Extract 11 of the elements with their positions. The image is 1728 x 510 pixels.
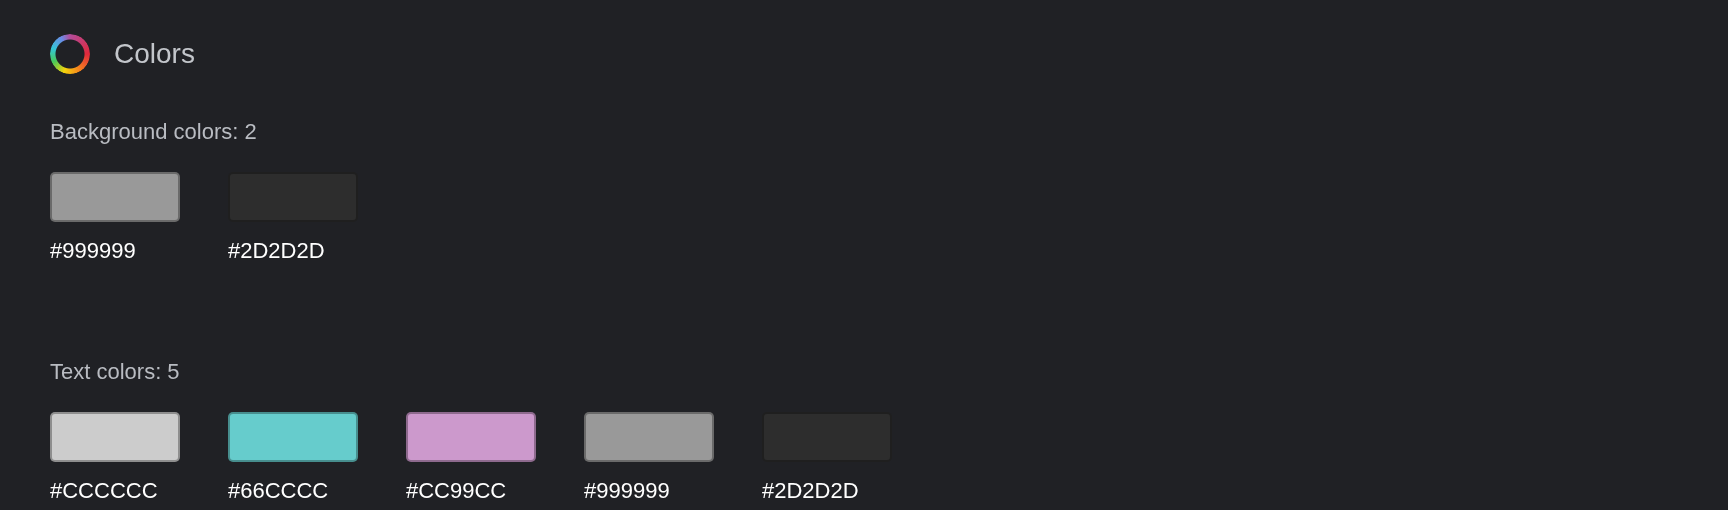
page-title: Colors [114, 37, 195, 71]
color-code: #2D2D2D [762, 477, 860, 505]
color-code: #CCCCCC [50, 477, 159, 505]
section-heading: Background colors: 2 [50, 118, 258, 146]
color-code: #999999 [584, 477, 671, 505]
color-code: #CC99CC [406, 477, 508, 505]
section-heading: Text colors: 5 [50, 358, 181, 386]
color-wheel-icon [50, 34, 90, 74]
color-code: #2D2D2D [228, 237, 326, 265]
color-code: #66CCCC [228, 477, 330, 505]
color-code: #999999 [50, 237, 137, 265]
